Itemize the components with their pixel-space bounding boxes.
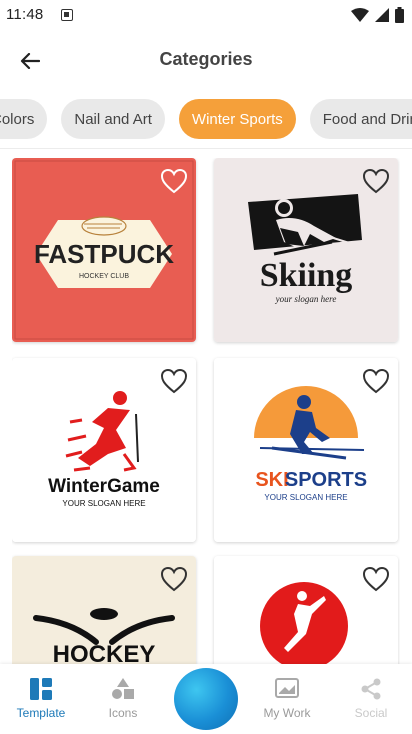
app-header: Categories [0,36,412,86]
status-time: 11:48 [6,6,44,23]
status-icons [351,7,404,23]
card-subtitle: YOUR SLOGAN HERE [264,493,347,502]
card-subtitle: your slogan here [275,294,337,304]
template-card-fastpuck[interactable]: FASTPUCK HOCKEY CLUB [12,158,196,342]
nav-my-work[interactable]: My Work [252,678,322,728]
bottom-nav: Template Icons My Work Social [0,664,412,734]
nav-icons[interactable]: Icons [88,678,158,728]
chip-label: Colors [0,110,35,128]
wifi-icon [351,8,369,22]
signal-icon [375,8,389,22]
nav-template[interactable]: Template [6,678,76,728]
card-title: SPORTS [285,469,367,491]
nav-social-label: Social [354,706,388,720]
screen: 11:48 Categories Colors Nail and Art Win… [0,0,412,734]
notification-app-icon [61,9,73,21]
ski-word: SKI [255,469,288,491]
chip-label: Winter Sports [191,110,283,128]
battery-icon [395,7,404,23]
card-title: Skiing [260,257,353,294]
template-card-skating[interactable] [214,556,398,664]
heart-icon[interactable] [160,566,188,592]
page-title: Categories [159,49,253,69]
chip-nail-and-art[interactable]: Nail and Art [61,99,165,139]
nav-social[interactable]: Social [336,678,406,728]
status-bar: 11:48 [0,0,412,30]
card-title: WinterGame [48,476,160,497]
grid-icon [30,678,52,700]
image-icon [275,678,299,698]
template-card-skisports[interactable]: SKI SPORTS YOUR SLOGAN HERE [214,358,398,542]
chip-colors[interactable]: Colors [0,99,48,139]
heart-icon[interactable] [160,368,188,394]
heart-icon[interactable] [362,566,390,592]
heart-icon[interactable] [362,368,390,394]
card-title: HOCKEY [53,641,156,664]
category-chips: Colors Nail and Art Winter Sports Food a… [0,96,412,142]
nav-template-label: Template [16,706,66,720]
card-subtitle: HOCKEY CLUB [79,273,129,280]
chip-label: Food and Drink [322,110,412,128]
chip-label: Nail and Art [74,110,152,128]
share-icon [361,678,381,700]
card-subtitle: YOUR SLOGAN HERE [62,499,145,508]
divider [0,148,412,149]
heart-icon[interactable] [362,168,390,194]
chip-winter-sports[interactable]: Winter Sports [178,99,296,139]
template-card-hockey[interactable]: HOCKEY [12,556,196,664]
shapes-icon [112,678,134,699]
template-grid: FASTPUCK HOCKEY CLUB Skiing your slogan … [12,158,400,664]
nav-my-work-label: My Work [263,706,311,720]
chip-food-and-drink[interactable]: Food and Drink [309,99,412,139]
nav-icons-label: Icons [108,706,138,720]
create-fab-button[interactable] [174,668,238,730]
card-title: FASTPUCK [34,239,174,269]
heart-icon[interactable] [160,168,188,194]
template-card-wintergame[interactable]: WinterGame YOUR SLOGAN HERE [12,358,196,542]
template-card-skiing[interactable]: Skiing your slogan here [214,158,398,342]
